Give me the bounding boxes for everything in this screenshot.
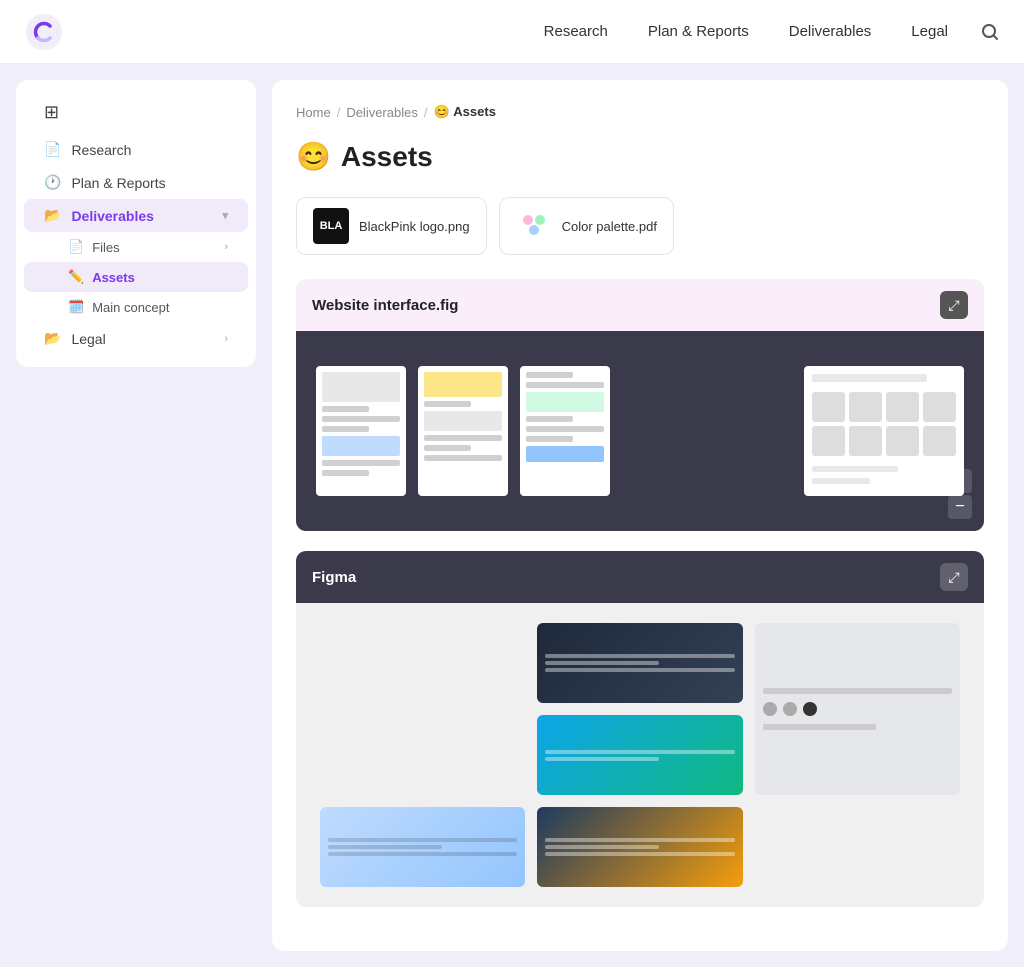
wireframe-preview: + −	[296, 331, 984, 531]
chevron-right-icon-legal: ›	[224, 333, 228, 345]
nav-plan-reports[interactable]: Plan & Reports	[648, 19, 749, 44]
nav-research[interactable]: Research	[544, 19, 608, 44]
page-title: 😊 Assets	[296, 140, 984, 173]
figma-thumb-4[interactable]	[537, 807, 742, 887]
title-emoji: 😊	[296, 140, 331, 173]
sidebar-label-deliverables: Deliverables	[71, 208, 154, 224]
breadcrumb-current-label: Assets	[453, 104, 496, 119]
sidebar-sub-main-concept[interactable]: 🗓️ Main concept	[24, 292, 248, 322]
section-website-header: Website interface.fig ⤢	[296, 279, 984, 331]
figma-thumb-3[interactable]	[320, 807, 525, 887]
wireframe-card-wide	[804, 366, 964, 496]
file-icon-palette	[516, 208, 552, 244]
sidebar-item-legal[interactable]: 📂 Legal ›	[24, 322, 248, 355]
sidebar-sub-label-assets: Assets	[92, 270, 135, 285]
pencil-icon: ✏️	[68, 269, 84, 285]
clock-icon: 🕐	[44, 174, 61, 191]
logo[interactable]	[24, 12, 64, 52]
zoom-out-button[interactable]: −	[948, 495, 972, 519]
section-website-title: Website interface.fig	[312, 297, 458, 314]
sidebar-item-deliverables[interactable]: 📂 Deliverables ▾	[24, 199, 248, 232]
file-icon: 📄	[68, 239, 84, 255]
file-card-palette[interactable]: Color palette.pdf	[499, 197, 674, 255]
section-figma-header: Figma ⤢	[296, 551, 984, 603]
file-name-blackpink: BlackPink logo.png	[359, 219, 470, 234]
figma-thumb-1[interactable]	[537, 623, 742, 703]
section-website-interface: Website interface.fig ⤢	[296, 279, 984, 531]
breadcrumb-deliverables[interactable]: Deliverables	[346, 105, 418, 120]
breadcrumb-sep-1: /	[337, 105, 341, 120]
figma-preview	[296, 603, 984, 907]
breadcrumb: Home / Deliverables / 😊 Assets	[296, 104, 984, 120]
folder-icon-deliverables: 📂	[44, 207, 61, 224]
sidebar-item-plan-reports[interactable]: 🕐 Plan & Reports	[24, 166, 248, 199]
calendar-icon: 🗓️	[68, 299, 84, 315]
document-icon: 📄	[44, 141, 61, 158]
chevron-right-icon-files: ›	[224, 241, 228, 253]
section-figma: Figma ⤢	[296, 551, 984, 907]
zoom-in-button[interactable]: +	[948, 469, 972, 493]
breadcrumb-home[interactable]: Home	[296, 105, 331, 120]
file-icon-bla: BLA	[313, 208, 349, 244]
wireframe-card-1	[316, 366, 406, 496]
expand-figma-button[interactable]: ⤢	[940, 563, 968, 591]
file-name-palette: Color palette.pdf	[562, 219, 657, 234]
sidebar-item-research[interactable]: 📄 Research	[24, 133, 248, 166]
breadcrumb-current: 😊 Assets	[433, 104, 495, 120]
sidebar-sub-files[interactable]: 📄 Files ›	[24, 232, 248, 262]
search-button[interactable]	[980, 22, 1000, 42]
folder-icon-legal: 📂	[44, 330, 61, 347]
expand-figma-icon: ⤢	[948, 569, 959, 586]
search-icon	[980, 22, 1000, 42]
sidebar-label-research: Research	[71, 142, 131, 158]
title-text: Assets	[341, 141, 433, 173]
nav-deliverables[interactable]: Deliverables	[789, 19, 872, 44]
expand-icon: ⤢	[948, 297, 959, 314]
wireframe-card-3	[520, 366, 610, 496]
breadcrumb-emoji: 😊	[433, 104, 449, 119]
wireframe-card-2	[418, 366, 508, 496]
chevron-down-icon: ▾	[222, 209, 228, 222]
main-content: Home / Deliverables / 😊 Assets 😊 Assets …	[272, 80, 1008, 951]
zoom-controls: + −	[948, 469, 972, 519]
nav-legal[interactable]: Legal	[911, 19, 948, 44]
sidebar-sub-assets[interactable]: ✏️ Assets	[24, 262, 248, 292]
grid-icon: ⊞	[44, 102, 59, 123]
main-nav: Research Plan & Reports Deliverables Leg…	[544, 19, 948, 44]
sidebar-label-plan-reports: Plan & Reports	[71, 175, 165, 191]
section-figma-title: Figma	[312, 569, 356, 586]
file-card-blackpink[interactable]: BLA BlackPink logo.png	[296, 197, 487, 255]
sidebar-label-legal: Legal	[71, 331, 105, 347]
sidebar-sub-label-files: Files	[92, 240, 119, 255]
expand-website-button[interactable]: ⤢	[940, 291, 968, 319]
header: Research Plan & Reports Deliverables Leg…	[0, 0, 1024, 64]
sidebar-sub-label-main-concept: Main concept	[92, 300, 169, 315]
sidebar: ⊞ 📄 Research 🕐 Plan & Reports 📂 Delivera…	[16, 80, 256, 367]
layout: ⊞ 📄 Research 🕐 Plan & Reports 📂 Delivera…	[0, 64, 1024, 967]
breadcrumb-sep-2: /	[424, 105, 428, 120]
file-cards: BLA BlackPink logo.png Color palette.pdf	[296, 197, 984, 255]
figma-thumb-5[interactable]	[755, 623, 960, 795]
figma-thumb-2[interactable]	[537, 715, 742, 795]
sidebar-icon-item[interactable]: ⊞	[24, 92, 248, 133]
